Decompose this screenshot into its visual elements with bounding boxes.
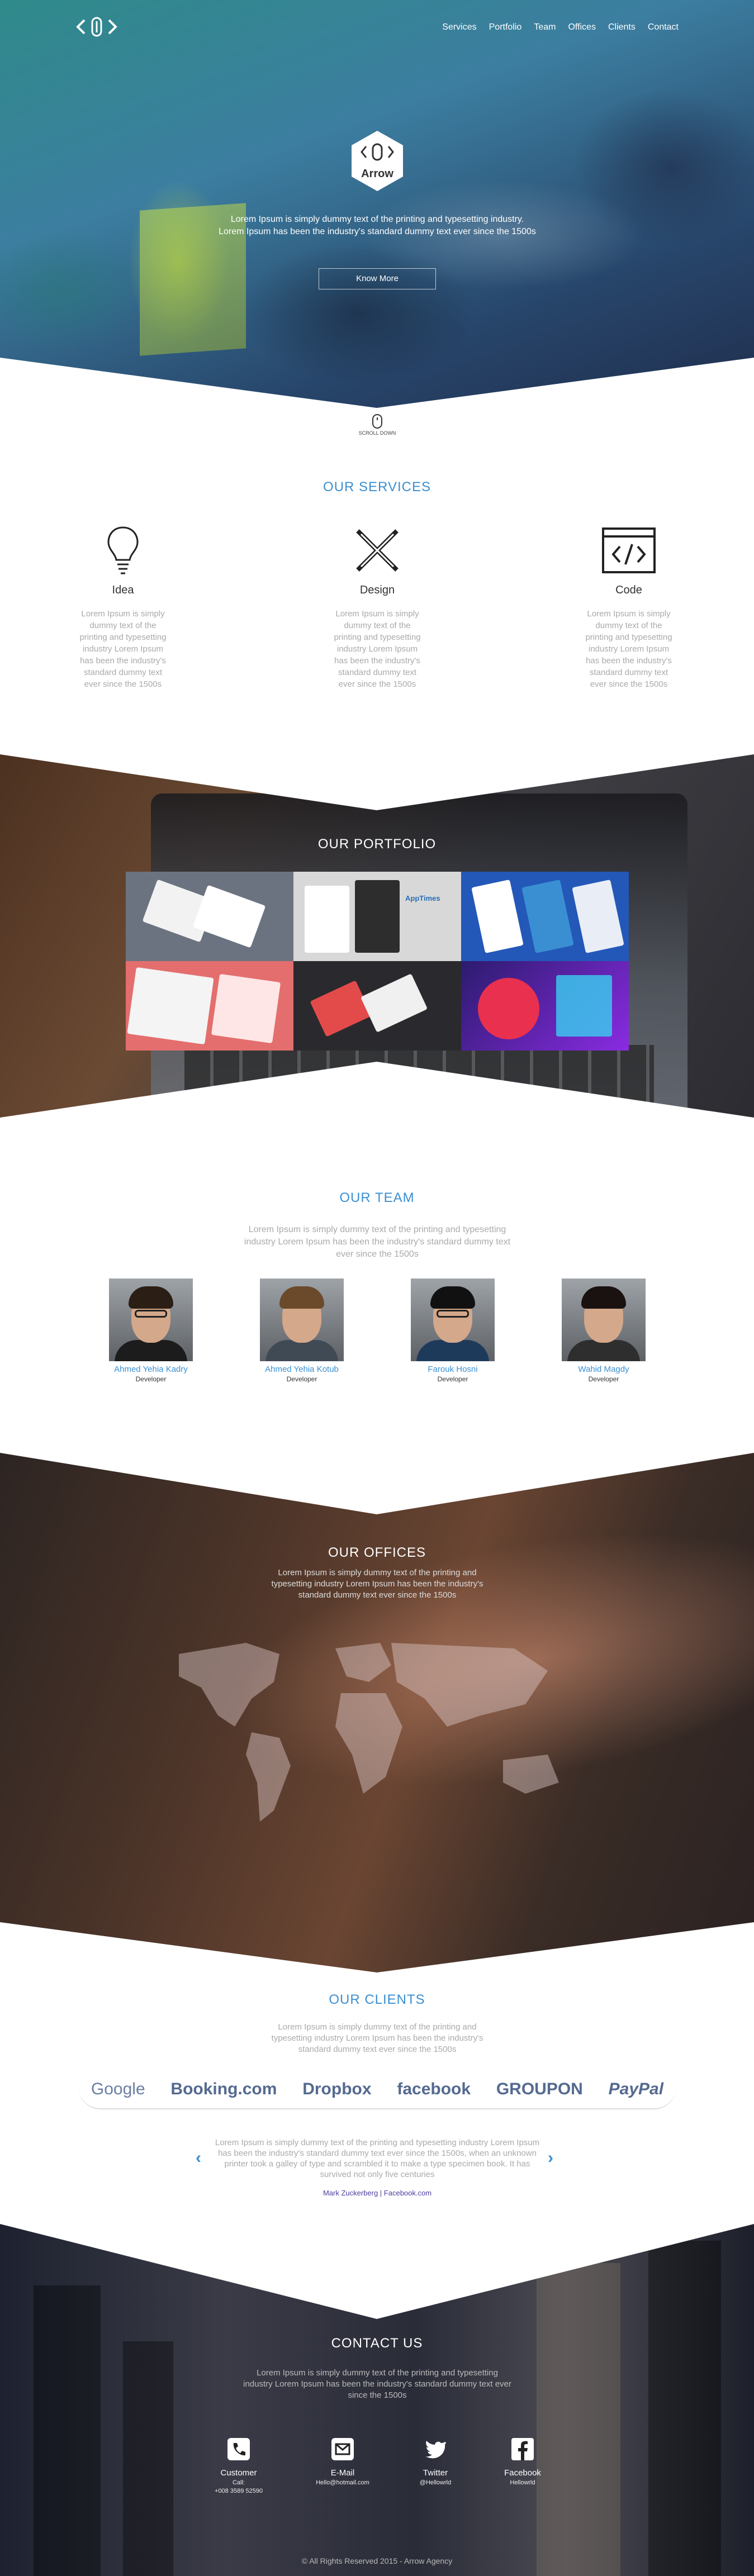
team-member[interactable]: Ahmed Yehia Kotub Developer xyxy=(246,1279,358,1383)
contact-label: Facebook xyxy=(504,2468,541,2478)
contact-value: Hellowrld xyxy=(510,2479,535,2486)
avatar xyxy=(411,1279,495,1361)
testimonial-prev-icon[interactable]: ‹ xyxy=(196,2149,201,2168)
pencil-ruler-icon xyxy=(356,529,399,572)
nav-portfolio[interactable]: Portfolio xyxy=(489,22,522,32)
team-title: OUR TEAM xyxy=(339,1190,415,1205)
code-window-icon xyxy=(602,527,656,573)
scroll-down[interactable]: SCROLL DOWN xyxy=(352,414,402,436)
member-name: Ahmed Yehia Kotub xyxy=(265,1365,339,1374)
member-name: Ahmed Yehia Kadry xyxy=(114,1365,188,1374)
building-shape xyxy=(34,2285,101,2576)
contact-twitter[interactable]: Twitter @Hellowrld xyxy=(402,2436,469,2486)
site-logo[interactable] xyxy=(75,16,118,42)
contact-customer[interactable]: Customer Call: +008 3589 52590 xyxy=(205,2436,272,2494)
service-desc: Lorem Ipsum is simply dummy text of the … xyxy=(334,609,421,689)
team-member[interactable]: Wahid Magdy Developer xyxy=(548,1279,660,1383)
service-desc: Lorem Ipsum is simply dummy text of the … xyxy=(79,609,167,689)
contact-email[interactable]: E-Mail Hello@hotmail.com xyxy=(309,2436,376,2486)
nav-contact[interactable]: Contact xyxy=(648,22,679,32)
avatar xyxy=(562,1279,646,1361)
main-nav: Services Portfolio Team Offices Clients … xyxy=(442,22,679,32)
testimonial-quote: Lorem Ipsum is simply dummy text of the … xyxy=(215,2138,540,2179)
portfolio-item[interactable] xyxy=(126,961,293,1051)
service-design: Design Lorem Ipsum is simply dummy text … xyxy=(310,525,444,690)
client-logo-google[interactable]: Google xyxy=(91,2080,145,2099)
avatar xyxy=(260,1279,344,1361)
service-idea: Idea Lorem Ipsum is simply dummy text of… xyxy=(56,525,190,690)
contact-label: Customer xyxy=(220,2468,257,2478)
portfolio-item[interactable]: AppTimes xyxy=(293,872,461,961)
contact-label: E-Mail xyxy=(330,2468,355,2478)
member-name: Wahid Magdy xyxy=(578,1365,629,1374)
building-shape xyxy=(123,2341,173,2576)
portfolio-item[interactable] xyxy=(461,872,629,961)
mouse-icon xyxy=(372,414,382,429)
services-title: OUR SERVICES xyxy=(323,479,431,495)
arrow-logo-icon xyxy=(76,17,117,37)
contact-label: Twitter xyxy=(423,2468,448,2478)
contact-value: Hello@hotmail.com xyxy=(316,2479,369,2486)
member-role: Developer xyxy=(437,1375,468,1383)
contact-value: +008 3589 52590 xyxy=(215,2488,263,2494)
testimonial-next-icon[interactable]: › xyxy=(548,2149,553,2168)
service-code: Code Lorem Ipsum is simply dummy text of… xyxy=(562,525,696,690)
hero-brand: Arrow xyxy=(361,168,393,180)
service-name: Code xyxy=(615,584,642,596)
hero-hex-logo: Arrow xyxy=(349,130,405,192)
nav-team[interactable]: Team xyxy=(534,22,556,32)
service-desc: Lorem Ipsum is simply dummy text of the … xyxy=(585,609,672,689)
contact-value: @Hellowrld xyxy=(419,2479,452,2486)
offices-text: Lorem Ipsum is simply dummy text of the … xyxy=(271,1568,483,1600)
offices-bottom-divider xyxy=(0,1855,754,1984)
portfolio-item[interactable] xyxy=(461,961,629,1051)
avatar xyxy=(109,1279,193,1361)
client-logo-paypal[interactable]: PayPal xyxy=(609,2080,663,2099)
portfolio-tile-text: AppTimes xyxy=(405,894,440,902)
team-intro: Lorem Ipsum is simply dummy text of the … xyxy=(244,1225,511,1259)
clients-text: Lorem Ipsum is simply dummy text of the … xyxy=(271,2022,483,2054)
contact-title: CONTACT US xyxy=(331,2336,423,2351)
member-role: Developer xyxy=(588,1375,619,1383)
client-logo-dropbox[interactable]: Dropbox xyxy=(302,2080,371,2099)
member-role: Developer xyxy=(135,1375,167,1383)
world-map-icon xyxy=(179,1643,559,1822)
nav-offices[interactable]: Offices xyxy=(568,22,596,32)
lightbulb-icon xyxy=(107,526,139,574)
facebook-icon xyxy=(511,2438,534,2460)
copyright: © All Rights Reserved 2015 - Arrow Agenc… xyxy=(301,2556,453,2565)
portfolio-item[interactable] xyxy=(293,961,461,1051)
offices-title: OUR OFFICES xyxy=(328,1545,426,1560)
nav-clients[interactable]: Clients xyxy=(608,22,636,32)
portfolio-grid: AppTimes xyxy=(126,872,629,1051)
scroll-down-label: SCROLL DOWN xyxy=(358,430,396,436)
phone-icon xyxy=(227,2438,250,2460)
contact-text: Lorem Ipsum is simply dummy text of the … xyxy=(243,2368,511,2400)
client-logo-facebook[interactable]: facebook xyxy=(397,2080,471,2099)
portfolio-top-divider xyxy=(0,721,754,816)
client-logo-booking[interactable]: Booking.com xyxy=(170,2080,277,2099)
team-member[interactable]: Farouk Hosni Developer xyxy=(397,1279,509,1383)
member-role: Developer xyxy=(286,1375,317,1383)
twitter-icon xyxy=(425,2441,446,2459)
client-logo-groupon[interactable]: GROUPON xyxy=(496,2080,583,2099)
client-logos: Google Booking.com Dropbox facebook GROU… xyxy=(78,2070,676,2109)
hero-text: Lorem Ipsum is simply dummy text of the … xyxy=(219,215,536,236)
team-member[interactable]: Ahmed Yehia Kadry Developer xyxy=(95,1279,207,1383)
email-icon xyxy=(331,2438,354,2460)
contact-facebook[interactable]: Facebook Hellowrld xyxy=(489,2436,556,2486)
clients-title: OUR CLIENTS xyxy=(329,1992,425,2007)
portfolio-item[interactable] xyxy=(126,872,293,961)
service-name: Idea xyxy=(112,584,134,596)
portfolio-title: OUR PORTFOLIO xyxy=(317,837,437,852)
testimonial-author-link[interactable]: Mark Zuckerberg | Facebook.com xyxy=(210,2189,545,2197)
member-name: Farouk Hosni xyxy=(428,1365,478,1374)
know-more-button[interactable]: Know More xyxy=(319,268,436,289)
portfolio-bottom-divider xyxy=(0,1051,754,1179)
contact-top-divider xyxy=(0,2213,754,2325)
contact-value: Call: xyxy=(232,2479,245,2486)
service-name: Design xyxy=(359,584,395,596)
nav-services[interactable]: Services xyxy=(442,22,476,32)
offices-top-divider xyxy=(0,1408,754,1520)
